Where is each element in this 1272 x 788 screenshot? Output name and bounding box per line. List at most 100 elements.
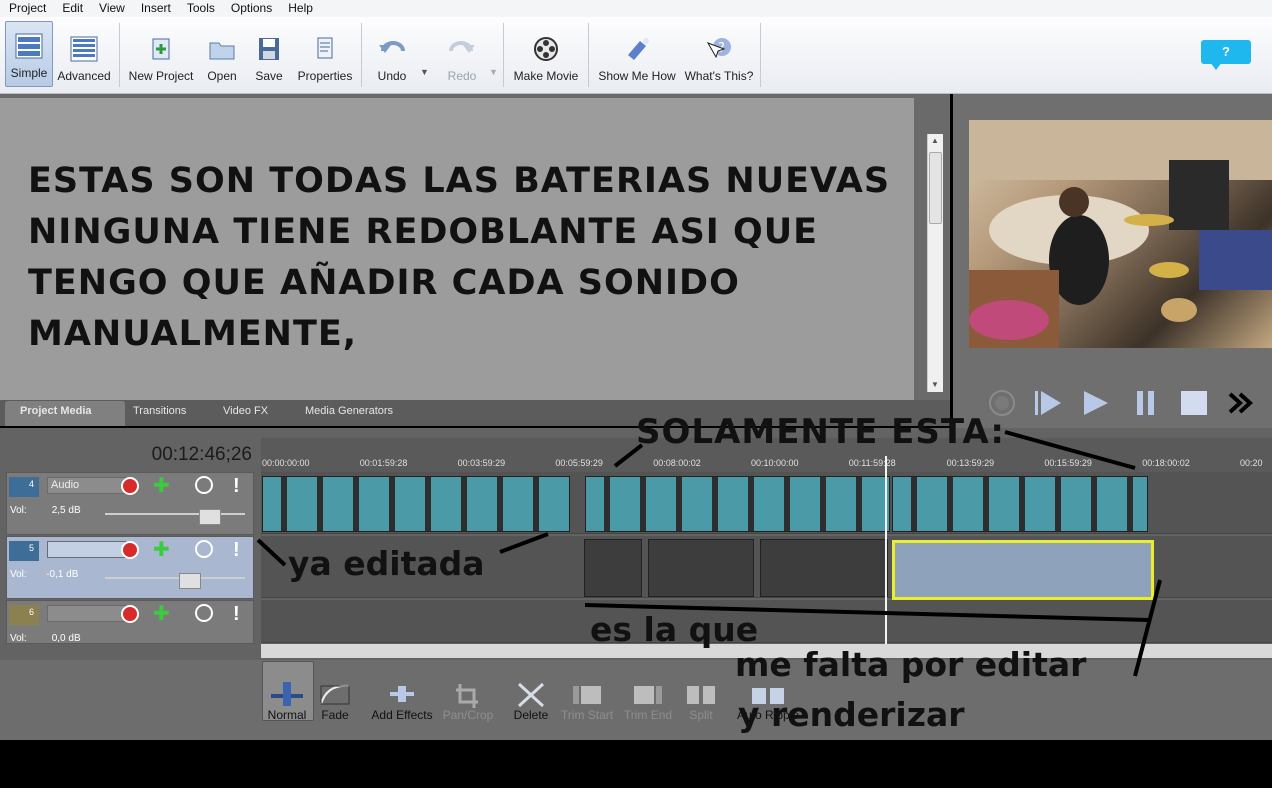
clip-cut-marker (983, 477, 989, 531)
new-project-button[interactable]: New Project (126, 19, 196, 89)
menu-project[interactable]: Project (0, 0, 53, 17)
normal-button[interactable]: Normal (264, 662, 310, 722)
track-name-field[interactable] (47, 541, 126, 558)
more-controls-button[interactable] (1226, 388, 1258, 418)
solo-button[interactable]: ! (233, 603, 240, 626)
add-envelope-button[interactable]: ✚ (153, 476, 170, 496)
volume-slider-thumb[interactable] (179, 573, 201, 589)
delete-icon (517, 682, 545, 708)
audio-clip[interactable] (585, 476, 890, 532)
audio-clip[interactable] (262, 476, 570, 532)
save-label: Save (255, 69, 283, 83)
volume-slider-thumb[interactable] (199, 509, 221, 525)
timeline-tick-label: 00:18:00:02 (1142, 458, 1190, 468)
caption-line: NINGUNA TIENE REDOBLANTE ASI QUE (28, 212, 819, 252)
fade-button[interactable]: Fade (314, 662, 356, 722)
advanced-view-icon (70, 36, 98, 62)
solo-button[interactable]: ! (233, 539, 240, 562)
scroll-down-icon[interactable]: ▼ (931, 380, 939, 389)
menu-edit[interactable]: Edit (53, 0, 90, 17)
clip-cut-marker (676, 477, 682, 531)
trim-start-button[interactable]: Trim Start (558, 662, 616, 722)
audio-clip[interactable] (584, 539, 642, 597)
clip-cut-marker (1019, 477, 1025, 531)
pan-crop-button[interactable]: Pan/Crop (440, 662, 496, 722)
record-arm-button[interactable] (121, 477, 139, 495)
scroll-up-icon[interactable]: ▲ (931, 136, 939, 145)
record-arm-button[interactable] (121, 541, 139, 559)
menu-view[interactable]: View (90, 0, 132, 17)
audio-clip[interactable] (760, 539, 888, 597)
show-me-how-button[interactable]: Show Me How (595, 19, 679, 89)
tab-media-generators[interactable]: Media Generators (305, 404, 393, 426)
clip-cut-marker (1091, 477, 1097, 531)
track-header-6[interactable]: 6 ✚ ! Vol: 0,0 dB (6, 600, 254, 644)
track-lane-6[interactable] (261, 600, 1272, 643)
media-scrollbar-thumb[interactable] (929, 152, 942, 224)
redo-icon (449, 41, 475, 53)
undo-button[interactable]: Undo (370, 19, 414, 89)
annotation-me-falta: me falta por editar (735, 645, 1087, 684)
track-name-field[interactable]: Audio (47, 477, 126, 494)
toolbar-divider (361, 23, 362, 87)
help-bubble-button[interactable]: ? (1201, 40, 1251, 64)
delete-button[interactable]: Delete (508, 662, 554, 722)
save-button[interactable]: Save (250, 19, 288, 89)
trim-start-icon (573, 686, 601, 704)
normal-edit-icon (271, 682, 303, 706)
toolbar-divider (760, 23, 761, 87)
add-envelope-button[interactable]: ✚ (153, 604, 170, 624)
properties-button[interactable]: Properties (296, 19, 354, 89)
add-effects-button[interactable]: Add Effects (368, 662, 436, 722)
make-movie-label: Make Movie (513, 69, 579, 83)
play-from-start-button[interactable] (1032, 388, 1064, 418)
menu-help[interactable]: Help (279, 0, 320, 17)
trim-end-label: Trim End (623, 708, 673, 722)
tab-project-media[interactable]: Project Media (20, 404, 92, 426)
mute-button[interactable] (195, 604, 213, 622)
tab-transitions[interactable]: Transitions (133, 404, 186, 426)
vol-value: -0,1 dB (46, 569, 79, 580)
playhead-cursor[interactable] (885, 456, 887, 646)
main-toolbar: Simple Advanced New Project Open Save Pr… (0, 17, 1272, 94)
timeline-tick-label: 00:13:59:29 (946, 458, 995, 468)
mute-button[interactable] (195, 476, 213, 494)
tab-video-fx[interactable]: Video FX (223, 404, 268, 426)
clip-cut-marker (497, 477, 503, 531)
properties-icon (317, 37, 333, 59)
new-project-label: New Project (128, 69, 194, 83)
audio-clip[interactable] (892, 476, 1148, 532)
whats-this-button[interactable]: ? What's This? (684, 19, 754, 89)
advanced-button[interactable]: Advanced (56, 19, 112, 89)
play-button[interactable] (1080, 388, 1112, 418)
audio-clip[interactable] (648, 539, 754, 597)
simple-button[interactable]: Simple (5, 21, 53, 87)
menu-options[interactable]: Options (222, 0, 279, 17)
solo-button[interactable]: ! (233, 475, 240, 498)
menu-insert[interactable]: Insert (132, 0, 178, 17)
split-button[interactable]: Split (680, 662, 722, 722)
add-envelope-button[interactable]: ✚ (153, 540, 170, 560)
selected-clip[interactable] (892, 540, 1154, 600)
make-movie-button[interactable]: Make Movie (510, 19, 582, 89)
track-header-audio[interactable]: 4 Audio ✚ ! Vol: 2,5 dB (6, 472, 254, 535)
volume-slider[interactable] (105, 513, 245, 515)
video-preview-frame (969, 120, 1272, 348)
toolbar-divider (119, 23, 120, 87)
mute-button[interactable] (195, 540, 213, 558)
audio-track-icon: 4 (9, 477, 39, 497)
pause-button[interactable] (1130, 388, 1162, 418)
redo-button[interactable]: Redo (440, 19, 484, 89)
clip-cut-marker (533, 477, 539, 531)
menu-tools[interactable]: Tools (178, 0, 222, 17)
record-arm-button[interactable] (121, 605, 139, 623)
stop-button[interactable] (1178, 388, 1210, 418)
track-header-5[interactable]: 5 ✚ ! Vol: -0,1 dB (6, 536, 254, 599)
volume-slider[interactable] (105, 577, 245, 579)
open-button[interactable]: Open (202, 19, 242, 89)
redo-dropdown-icon[interactable]: ▼ (489, 67, 498, 77)
menu-bar: Project Edit View Insert Tools Options H… (0, 0, 1272, 18)
undo-dropdown-icon[interactable]: ▼ (420, 67, 429, 77)
track-name-field[interactable] (47, 605, 126, 622)
trim-end-button[interactable]: Trim End (620, 662, 676, 722)
